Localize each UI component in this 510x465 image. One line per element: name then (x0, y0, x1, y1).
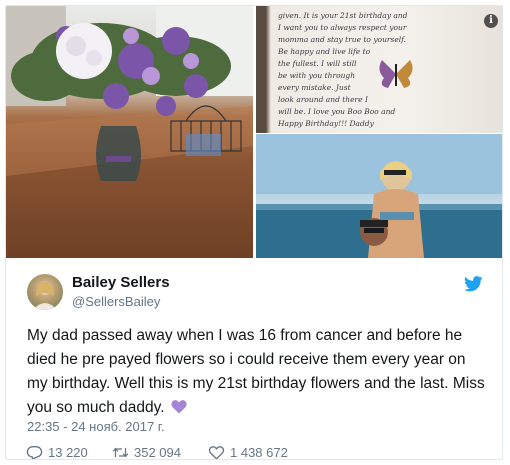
reply-icon (26, 446, 43, 459)
flowers-photo[interactable] (6, 6, 253, 258)
letter-line: the fullest. I will still (278, 59, 357, 68)
tweet-media-grid[interactable]: given. It is your 21st birthday and I wa… (6, 6, 502, 258)
avatar[interactable] (27, 274, 63, 310)
reply-count: 13 220 (48, 445, 88, 460)
beach-photo[interactable] (256, 134, 502, 258)
letter-line: I want you to always respect your (277, 23, 407, 32)
tweet-card: given. It is your 21st birthday and I wa… (5, 5, 503, 460)
user-handle[interactable]: @SellersBailey (72, 294, 160, 309)
retweet-button[interactable]: 352 094 (112, 445, 181, 460)
retweet-count: 352 094 (134, 445, 181, 460)
tweet-body: My dad passed away when I was 16 from ca… (27, 327, 485, 416)
letter-line: be with you through (278, 71, 355, 80)
twitter-bird-icon[interactable] (464, 276, 483, 292)
letter-line: given. It is your 21st birthday and (278, 11, 408, 20)
letter-line: momma and stay true to yourself. (278, 35, 406, 44)
reply-button[interactable]: 13 220 (26, 445, 88, 460)
info-icon[interactable]: i (484, 14, 498, 28)
letter-line: will be. I love you Boo Boo and (278, 107, 395, 116)
like-button[interactable]: 1 438 672 (208, 445, 288, 460)
letter-line: Happy Birthday!!! Daddy (277, 119, 375, 128)
letter-line: look around and there I (278, 95, 369, 104)
like-icon (208, 446, 225, 459)
tweet-timestamp[interactable]: 22:35 - 24 нояб. 2017 г. (27, 419, 165, 434)
retweet-icon (112, 447, 129, 458)
display-name[interactable]: Bailey Sellers (72, 274, 170, 291)
letter-line: every mistake. Just (278, 83, 352, 92)
purple-heart-emoji (171, 400, 187, 414)
tweet-text: My dad passed away when I was 16 from ca… (27, 324, 487, 420)
letter-line: Be happy and live life to (277, 47, 371, 56)
like-count: 1 438 672 (230, 445, 288, 460)
letter-photo[interactable]: given. It is your 21st birthday and I wa… (256, 6, 502, 133)
